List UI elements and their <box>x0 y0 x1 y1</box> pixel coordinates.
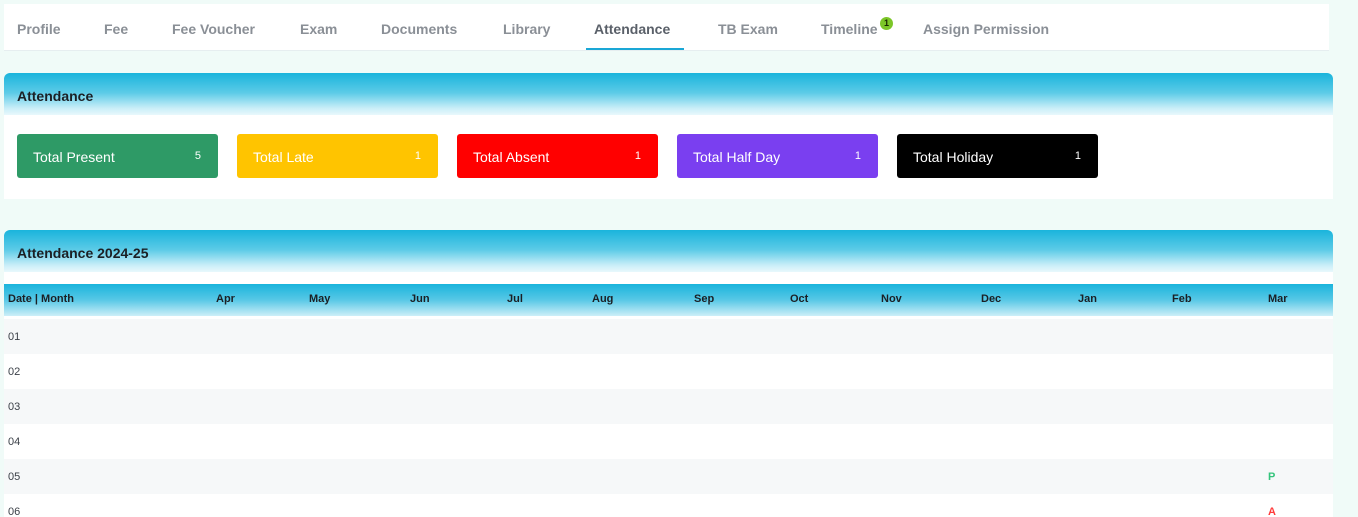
column-header-jul: Jul <box>507 293 523 305</box>
total-half-day-card: Total Half Day 1 <box>677 134 878 178</box>
tab-tb-exam[interactable]: TB Exam <box>718 21 778 37</box>
column-header-jan: Jan <box>1078 293 1097 305</box>
tab-assign-permission[interactable]: Assign Permission <box>923 21 1049 37</box>
tab-documents[interactable]: Documents <box>381 21 457 37</box>
table-row: 02 <box>4 354 1333 389</box>
mar-status-absent: A <box>1268 506 1276 517</box>
column-header-dec: Dec <box>981 293 1002 305</box>
total-late-card: Total Late 1 <box>237 134 438 178</box>
column-header-mar: Mar <box>1268 293 1288 305</box>
table-row: 01 <box>4 319 1333 354</box>
tab-exam[interactable]: Exam <box>300 21 337 37</box>
total-half-day-count: 1 <box>854 150 861 162</box>
table-row: 06 A <box>4 494 1333 517</box>
yearly-attendance-table: Date | Month Apr May Jun Jul Aug Sep Oct… <box>4 272 1333 517</box>
attendance-summary-header <box>4 73 1333 117</box>
row-date: 05 <box>8 471 21 483</box>
total-holiday-label: Total Holiday <box>913 149 994 165</box>
column-header-may: May <box>309 293 331 305</box>
column-header-aug: Aug <box>592 293 614 305</box>
tab-attendance[interactable]: Attendance <box>594 21 670 37</box>
total-present-count: 5 <box>194 150 201 162</box>
row-date: 02 <box>8 366 21 378</box>
total-absent-label: Total Absent <box>473 149 550 165</box>
total-present-card: Total Present 5 <box>17 134 218 178</box>
column-header-sep: Sep <box>694 293 715 305</box>
row-date: 03 <box>8 401 21 413</box>
table-row: 05 P <box>4 459 1333 494</box>
table-row: 03 <box>4 389 1333 424</box>
yearly-attendance-header <box>4 230 1333 274</box>
total-late-count: 1 <box>414 150 421 162</box>
tab-library[interactable]: Library <box>503 21 550 37</box>
row-date: 04 <box>8 436 21 448</box>
row-date: 06 <box>8 506 21 517</box>
column-header-nov: Nov <box>881 293 902 305</box>
total-absent-count: 1 <box>634 150 641 162</box>
yearly-attendance-title: Attendance 2024-25 <box>17 245 149 261</box>
tab-fee-voucher[interactable]: Fee Voucher <box>172 21 255 37</box>
row-date: 01 <box>8 331 21 343</box>
tab-profile[interactable]: Profile <box>17 21 61 37</box>
total-holiday-count: 1 <box>1074 150 1081 162</box>
tab-fee[interactable]: Fee <box>104 21 128 37</box>
table-row: 04 <box>4 424 1333 459</box>
total-holiday-card: Total Holiday 1 <box>897 134 1098 178</box>
timeline-notification-badge: 1 <box>880 17 893 30</box>
column-header-jun: Jun <box>410 293 430 305</box>
total-late-label: Total Late <box>253 149 314 165</box>
mar-status-present: P <box>1268 471 1276 483</box>
active-tab-indicator <box>586 48 684 50</box>
table-header-row: Date | Month Apr May Jun Jul Aug Sep Oct… <box>4 284 1333 316</box>
column-header-feb: Feb <box>1172 293 1192 305</box>
total-absent-card: Total Absent 1 <box>457 134 658 178</box>
column-header-date-month: Date | Month <box>8 293 75 305</box>
column-header-apr: Apr <box>216 293 235 305</box>
attendance-summary-title: Attendance <box>17 88 94 104</box>
total-present-label: Total Present <box>33 149 115 165</box>
column-header-oct: Oct <box>790 293 809 305</box>
tab-timeline[interactable]: Timeline <box>821 21 878 37</box>
total-half-day-label: Total Half Day <box>693 149 781 165</box>
